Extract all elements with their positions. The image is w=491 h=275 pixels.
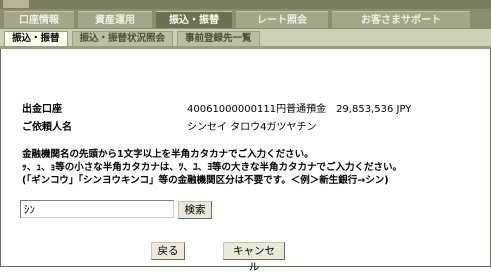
- tab-asset-management[interactable]: 資産運用: [78, 10, 152, 28]
- tab-rate-inquiry[interactable]: レート照会: [236, 10, 328, 28]
- tab-customer-support[interactable]: お客さまサポート: [332, 10, 470, 28]
- instruction-line-1: 金融機関名の先頭から1文字以上を半角カタカナでご入力ください。: [22, 149, 314, 160]
- requester-label: ご依頼人名: [22, 122, 72, 133]
- source-account-label: 出金口座: [22, 104, 62, 115]
- tab-account-info[interactable]: 口座情報: [4, 10, 74, 28]
- main-tabs: 口座情報 資産運用 振込・振替 レート照会 お客さまサポート: [0, 9, 491, 29]
- subtab-transfer[interactable]: 振込・振替: [4, 31, 68, 46]
- bank-name-search-input[interactable]: [20, 200, 174, 218]
- instruction-line-2: ｯ、ｭ、ｮ等の小さな半角カタカナは、ﾂ、ﾕ、ﾖ等の大きな半角カタカナでご入力くだ…: [22, 162, 403, 173]
- subtab-transfer-status[interactable]: 振込・振替状況照会: [71, 31, 174, 46]
- bank-logo-icon: [3, 0, 29, 8]
- back-button[interactable]: 戻る: [151, 242, 185, 260]
- sub-tabs: 振込・振替 振込・振替状況照会 事前登録先一覧: [0, 29, 491, 49]
- subtab-registered-payees[interactable]: 事前登録先一覧: [177, 31, 260, 46]
- tab-transfer[interactable]: 振込・振替: [156, 10, 232, 28]
- requester-value: シンセイ タロウ4ガツヤチン: [187, 122, 317, 133]
- source-account-value: 40061000000111円普通預金 29,853,536 JPY: [187, 104, 412, 115]
- instruction-line-3: (「ギンコウ」「シンヨウキンコ」等の金融機関区分は不要です。＜例＞新生銀行→シン…: [22, 175, 389, 186]
- cancel-button[interactable]: キャンセル: [223, 242, 285, 273]
- search-button[interactable]: 検索: [178, 201, 212, 219]
- title-bar: [0, 0, 491, 9]
